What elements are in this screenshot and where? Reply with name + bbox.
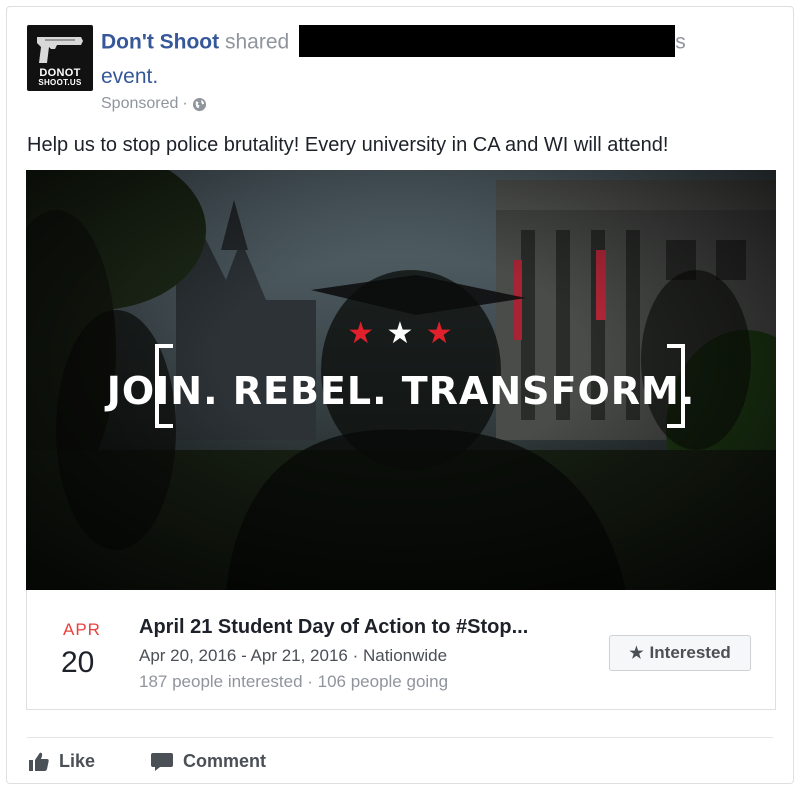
event-cover-image[interactable]: ★ ★ ★ JOIN. REBEL. TRANSFORM. (26, 170, 776, 590)
logo-line-2: SHOOT.US (38, 78, 82, 87)
event-title-link[interactable]: April 21 Student Day of Action to #Stop.… (139, 616, 528, 639)
shared-suffix: s (675, 30, 686, 54)
interested-button[interactable]: ★ Interested (609, 635, 751, 671)
speech-bubble-icon (151, 752, 173, 771)
sponsored-label[interactable]: Sponsored (101, 95, 178, 113)
avatar-logo-text: DONOT SHOOT.US (27, 67, 93, 88)
event-dates: Apr 20, 2016 - Apr 21, 2016 · Nationwide (139, 646, 448, 665)
interested-label: Interested (649, 643, 731, 662)
comment-button[interactable]: Comment (151, 751, 266, 772)
globe-icon[interactable] (192, 97, 207, 112)
redaction-bar (299, 25, 676, 57)
like-label: Like (59, 751, 96, 771)
actions-divider (27, 737, 773, 738)
page-name-link[interactable]: Don't Shoot (101, 31, 219, 54)
thumbs-up-icon (29, 752, 49, 771)
event-day: 20 (61, 646, 95, 679)
shared-text: shared (224, 30, 290, 54)
hero-stars: ★ ★ ★ (26, 319, 776, 349)
sponsored-row: Sponsored · (101, 95, 207, 113)
hero-tagline: JOIN. REBEL. TRANSFORM. (106, 369, 696, 413)
star-left-icon: ★ (347, 317, 377, 350)
logo-line-1: DONOT (39, 67, 81, 79)
post-header: Don't Shoot shared s (101, 25, 686, 59)
comment-label: Comment (183, 751, 267, 771)
star-right-icon: ★ (425, 317, 455, 350)
like-button[interactable]: Like (29, 751, 95, 772)
star-middle-icon: ★ (386, 317, 416, 350)
separator-dot: · (182, 95, 188, 112)
event-link[interactable]: event. (101, 63, 158, 91)
post-caption: Help us to stop police brutality! Every … (27, 134, 669, 156)
event-stats: 187 people interested · 106 people going (139, 672, 449, 691)
post-card: DONOT SHOOT.US Don't Shoot shared s event… (6, 6, 794, 784)
star-icon: ★ (629, 645, 644, 662)
pistol-icon (37, 37, 83, 63)
event-details[interactable]: APR 20 April 21 Student Day of Action to… (26, 590, 776, 710)
page-avatar[interactable]: DONOT SHOOT.US (27, 25, 93, 91)
event-month: APR (63, 620, 101, 639)
